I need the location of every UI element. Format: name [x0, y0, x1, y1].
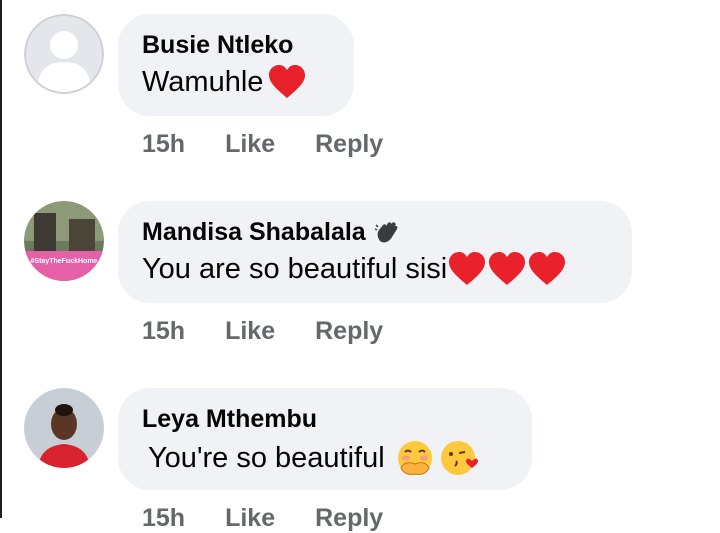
comment-author[interactable]: Leya Mthembu: [142, 404, 508, 434]
comment-actions: 15h Like Reply: [142, 317, 383, 346]
default-avatar-icon: [24, 14, 104, 94]
comment-time[interactable]: 15h: [142, 130, 185, 159]
comment-bubble: Mandisa Shabalala You are so beautiful s…: [118, 201, 632, 303]
profile-photo-icon: #StayTheFuckHome: [24, 201, 104, 281]
comment-actions: 15h Like Reply: [142, 130, 383, 159]
red-heart-icon: [529, 252, 566, 285]
comment-bubble: Leya Mthembu You're so beautiful: [118, 388, 532, 490]
red-heart-icon: [449, 252, 486, 285]
red-heart-icon: [269, 65, 306, 98]
comment-time[interactable]: 15h: [142, 317, 185, 346]
profile-photo-icon: [24, 388, 104, 468]
like-button[interactable]: Like: [225, 317, 275, 346]
reply-button[interactable]: Reply: [315, 504, 383, 533]
comment-bubble: Busie Ntleko Wamuhle: [118, 14, 354, 116]
red-heart-icon: [489, 252, 526, 285]
like-button[interactable]: Like: [225, 130, 275, 159]
comment-text: You are so beautiful sisi: [142, 251, 608, 287]
avatar-caption: #StayTheFuckHome: [31, 258, 98, 265]
comment-time[interactable]: 15h: [142, 504, 185, 533]
reply-button[interactable]: Reply: [315, 130, 383, 159]
reply-button[interactable]: Reply: [315, 317, 383, 346]
blushing-covering-mouth-emoji-icon: [397, 441, 432, 475]
like-button[interactable]: Like: [225, 504, 275, 533]
comment-author[interactable]: Mandisa Shabalala: [142, 217, 608, 247]
avatar-default[interactable]: [24, 14, 104, 94]
avatar-leya[interactable]: [24, 388, 104, 468]
left-border: [0, 0, 2, 518]
face-blowing-kiss-emoji-icon: [440, 441, 478, 475]
avatar-mandisa[interactable]: #StayTheFuckHome: [24, 201, 104, 281]
comment-actions: 15h Like Reply: [142, 504, 383, 533]
waving-hand-icon: [374, 222, 398, 243]
comment-text: Wamuhle: [142, 64, 330, 100]
comment-text: You're so beautiful: [142, 438, 508, 478]
comment-author[interactable]: Busie Ntleko: [142, 30, 330, 60]
